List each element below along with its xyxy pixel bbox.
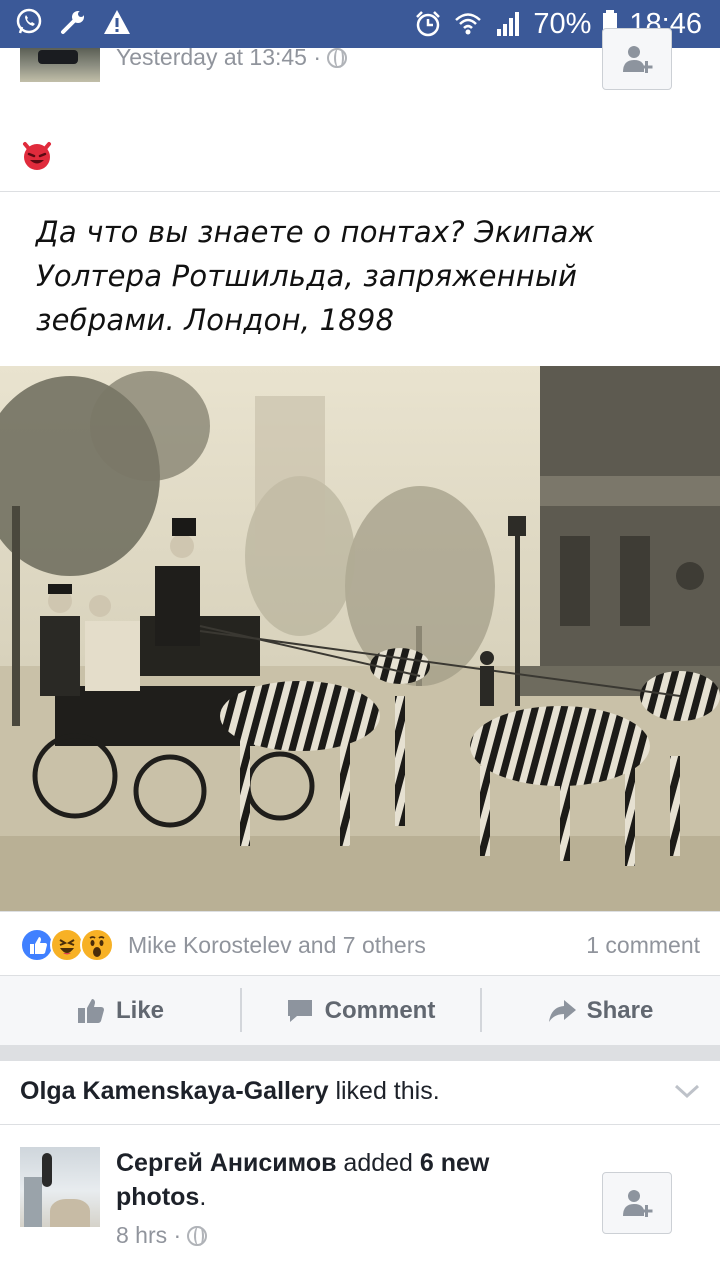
- comment-label: Comment: [324, 996, 436, 1024]
- next-story-period: .: [199, 1183, 207, 1211]
- comment-button[interactable]: Comment: [240, 976, 480, 1045]
- liked-story-verb: liked this.: [328, 1077, 440, 1105]
- add-friend-button[interactable]: [602, 28, 672, 90]
- previous-post-thumbnail[interactable]: [20, 48, 100, 82]
- devil-emoji-icon: [20, 138, 54, 172]
- wrench-icon: [58, 7, 88, 37]
- signal-icon: [493, 9, 523, 39]
- wifi-icon: [453, 9, 483, 39]
- like-button[interactable]: Like: [0, 976, 240, 1045]
- next-story-verb: added: [336, 1149, 420, 1177]
- next-story-title: Сергей Анисимов added 6 new photos.: [116, 1146, 586, 1214]
- comment-count[interactable]: 1 comment: [586, 932, 700, 959]
- next-story-meta: 8 hrs ·: [116, 1222, 208, 1249]
- image-caption-line-2: Уолтера Ротшильда, запряженный: [36, 259, 578, 293]
- comment-icon: [287, 999, 312, 1022]
- liked-story-actor[interactable]: Olga Kamenskaya-Gallery: [20, 1077, 329, 1105]
- globe-icon: [187, 1225, 208, 1246]
- zebra-carriage-photo: [0, 366, 720, 911]
- add-friend-button[interactable]: [602, 1172, 672, 1234]
- add-friend-icon: [623, 46, 653, 73]
- share-label: Share: [586, 996, 654, 1024]
- haha-reaction-icon: [50, 928, 84, 962]
- like-reaction-icon: [20, 928, 54, 962]
- chevron-down-icon[interactable]: [674, 1081, 700, 1101]
- thumbs-up-icon: [77, 998, 104, 1023]
- alarm-icon: [413, 9, 443, 39]
- post-image[interactable]: Да что вы знаете о понтах? Экипаж Уолтер…: [0, 191, 720, 912]
- wow-reaction-icon: [80, 928, 114, 962]
- next-story-actor[interactable]: Сергей Анисимов: [116, 1149, 336, 1177]
- whatsapp-icon: [14, 7, 44, 37]
- post-action-bar: Like Comment Share: [0, 975, 720, 1045]
- battery-percent: 70%: [533, 8, 592, 40]
- image-caption-box: Да что вы знаете о понтах? Экипаж Уолтер…: [0, 192, 720, 366]
- reaction-names[interactable]: Mike Korostelev and 7 others: [128, 932, 426, 959]
- share-icon: [548, 999, 576, 1022]
- like-label: Like: [115, 996, 165, 1024]
- previous-post-timestamp[interactable]: Yesterday at 13:45 ·: [116, 44, 321, 71]
- next-story-timestamp[interactable]: 8 hrs ·: [116, 1222, 181, 1249]
- globe-icon: [327, 47, 348, 68]
- reaction-icons[interactable]: [20, 928, 114, 962]
- add-friend-icon: [623, 1190, 653, 1217]
- next-story-avatar[interactable]: [20, 1147, 100, 1227]
- share-button[interactable]: Share: [480, 976, 720, 1045]
- image-caption-line-1: Да что вы знаете о понтах? Экипаж: [36, 215, 595, 249]
- image-caption-line-3: зебрами. Лондон, 1898: [36, 303, 395, 337]
- liked-story-text: Olga Kamenskaya-Gallery liked this.: [20, 1077, 440, 1106]
- warning-icon: [102, 7, 132, 37]
- liked-story-row[interactable]: Olga Kamenskaya-Gallery liked this.: [0, 1061, 720, 1125]
- previous-post-meta: Yesterday at 13:45 ·: [116, 44, 348, 71]
- feed-separator: [0, 1045, 720, 1061]
